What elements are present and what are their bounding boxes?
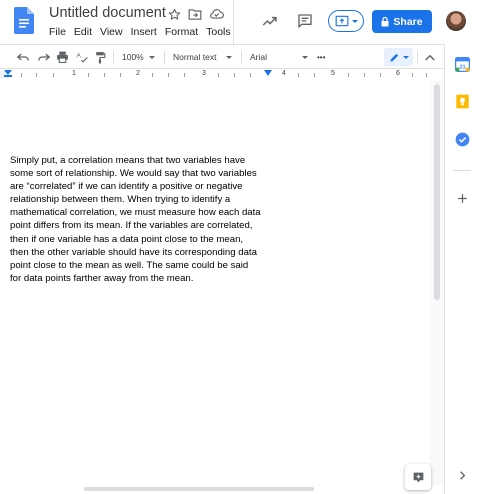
document-page[interactable]: Simply put, a correlation means that two… — [0, 81, 430, 485]
keep-icon[interactable] — [455, 94, 470, 109]
ruler-tick — [152, 73, 153, 77]
ruler-number: 4 — [282, 70, 286, 77]
calendar-icon[interactable]: 31 — [455, 57, 470, 72]
lock-icon — [381, 16, 389, 26]
style-value: Normal text — [173, 52, 217, 62]
move-folder-icon[interactable] — [187, 6, 203, 22]
ruler-number: 5 — [331, 70, 335, 77]
first-line-indent-marker-icon[interactable] — [4, 75, 12, 77]
ruler-tick — [314, 73, 315, 77]
toolbar-divider — [164, 51, 165, 64]
more-options-button[interactable]: ••• — [317, 49, 325, 65]
ruler-number: 6 — [396, 70, 400, 77]
ruler-tick — [104, 73, 105, 77]
explore-button[interactable] — [405, 464, 431, 490]
docs-logo-icon[interactable] — [14, 7, 34, 34]
editing-mode-button[interactable] — [384, 48, 413, 66]
toolbar-divider — [417, 51, 418, 64]
ruler-number: 3 — [202, 70, 206, 77]
avatar[interactable] — [446, 11, 466, 31]
expand-chevron-right-icon[interactable] — [455, 468, 470, 483]
paint-format-icon[interactable] — [95, 49, 106, 65]
share-button[interactable]: Share — [372, 10, 432, 33]
spellcheck-icon[interactable]: A — [76, 49, 89, 65]
zoom-value: 100% — [122, 52, 144, 62]
present-icon — [335, 15, 348, 27]
ruler-number: 1 — [72, 70, 76, 77]
style-caret-icon — [226, 55, 233, 59]
tasks-icon[interactable] — [455, 132, 470, 147]
ruler-tick — [380, 73, 381, 77]
ruler-tick — [218, 73, 219, 77]
ruler-tick — [120, 73, 121, 77]
horizontal-ruler[interactable]: 1 2 3 4 5 6 — [0, 69, 432, 81]
ruler-tick — [250, 73, 251, 77]
ruler-tick — [184, 73, 185, 77]
ruler-number: 2 — [136, 70, 140, 77]
ruler-tick — [53, 73, 54, 77]
ruler-tick — [234, 73, 235, 77]
ruler-tick — [88, 73, 89, 77]
side-panel: 31 — [444, 44, 480, 494]
style-select[interactable]: Normal text — [173, 49, 233, 65]
ruler-tick — [36, 73, 37, 77]
star-icon[interactable] — [166, 6, 182, 22]
ruler-tick — [348, 73, 349, 77]
svg-text:31: 31 — [459, 64, 465, 70]
menu-view[interactable]: View — [100, 26, 129, 38]
menu-file[interactable]: File — [49, 26, 72, 38]
ruler-tick — [426, 73, 427, 77]
explore-icon — [413, 472, 423, 482]
menu-bar: File Edit View Insert Format Tools — [49, 26, 239, 38]
side-panel-divider — [453, 170, 471, 171]
add-icon[interactable] — [455, 191, 470, 206]
svg-text:A: A — [77, 52, 82, 59]
app-header: Untitled document File Edit View Insert … — [0, 0, 480, 44]
document-canvas: Simply put, a correlation means that two… — [0, 81, 432, 485]
ruler-tick — [298, 73, 299, 77]
font-value: Arial — [250, 52, 268, 62]
horizontal-scrollbar-thumb[interactable] — [84, 487, 314, 491]
ruler-tick — [21, 73, 22, 77]
google-docs-window: Untitled document File Edit View Insert … — [0, 0, 480, 494]
header-divider — [233, 0, 234, 44]
ruler-tick — [412, 73, 413, 77]
right-indent-marker-icon[interactable] — [264, 70, 272, 76]
zoom-select[interactable]: 100% — [122, 49, 155, 65]
comment-icon[interactable] — [295, 12, 315, 30]
print-icon[interactable] — [56, 49, 69, 65]
ruler-tick — [168, 73, 169, 77]
activity-trend-icon[interactable] — [260, 12, 280, 30]
ruler-tick — [364, 73, 365, 77]
collapse-chevron-up-icon[interactable] — [425, 49, 435, 65]
menu-format[interactable]: Format — [165, 26, 204, 38]
toolbar-divider — [113, 51, 114, 64]
edit-mode-pencil-icon — [389, 53, 398, 62]
present-dropdown-caret-icon — [351, 19, 358, 23]
undo-icon[interactable] — [16, 49, 30, 65]
menu-insert[interactable]: Insert — [131, 26, 163, 38]
vertical-scrollbar-thumb[interactable] — [434, 84, 440, 300]
font-select[interactable]: Arial — [250, 49, 309, 65]
menu-edit[interactable]: Edit — [74, 26, 98, 38]
share-label: Share — [393, 15, 423, 28]
zoom-caret-icon — [148, 55, 155, 59]
editing-mode-caret-icon — [402, 55, 409, 59]
document-body-text[interactable]: Simply put, a correlation means that two… — [10, 154, 280, 285]
toolbar-divider — [241, 51, 242, 64]
font-caret-icon — [302, 55, 309, 59]
cloud-status-icon[interactable] — [208, 6, 224, 22]
document-title[interactable]: Untitled document — [49, 5, 166, 21]
formatting-toolbar: A 100% Normal text Arial ••• — [0, 44, 444, 69]
present-button[interactable] — [328, 10, 364, 32]
redo-icon[interactable] — [37, 49, 51, 65]
